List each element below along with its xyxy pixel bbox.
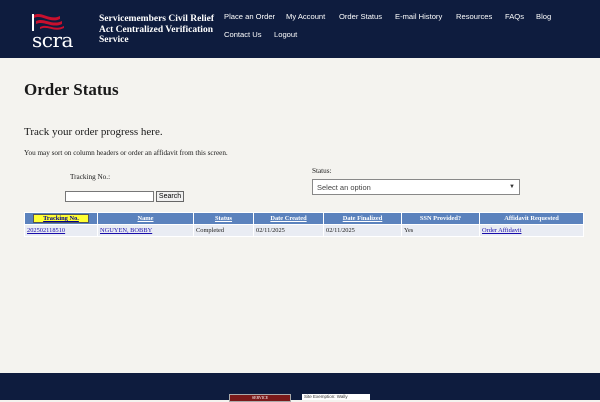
page-hint: You may sort on column headers or order … [24,149,228,157]
col-header-status[interactable]: Status [193,212,254,225]
cell-status: Completed [193,224,254,237]
tracking-link[interactable]: 202502118510 [27,227,65,234]
col-header-tracking[interactable]: Tracking No. [24,212,98,225]
table-header-row: Tracking No. Name Status Date Created Da… [24,212,584,225]
nav-order-status[interactable]: Order Status [339,12,382,21]
cell-tracking[interactable]: 202502118510 [24,224,98,237]
site-footer [0,373,600,400]
status-select[interactable]: Select an option ▼ [312,179,520,195]
cell-date-created: 02/11/2025 [253,224,324,237]
site-header: scra Servicemembers Civil Relief Act Cen… [0,0,600,58]
sort-link-status[interactable]: Status [215,215,232,222]
order-affidavit-link[interactable]: Order Affidavit [482,227,521,234]
cell-name[interactable]: NGUYEN, BOBBY [97,224,194,237]
sort-link-date-created[interactable]: Date Created [270,215,306,222]
search-button[interactable]: Search [156,191,184,202]
sort-link-date-finalized[interactable]: Date Finalized [343,215,383,222]
nav-resources[interactable]: Resources [456,12,492,21]
logo-text: scra [32,28,73,52]
table-row: 202502118510 NGUYEN, BOBBY Completed 02/… [24,224,584,237]
nav-email-history[interactable]: E-mail History [395,12,442,21]
page-subtitle: Track your order progress here. [24,126,163,138]
status-label: Status: [312,167,332,175]
service-badge[interactable]: SERVICE [229,394,291,402]
name-link[interactable]: NGUYEN, BOBBY [100,227,152,234]
col-header-name[interactable]: Name [97,212,194,225]
nav-my-account[interactable]: My Account [286,12,325,21]
site-title: Servicemembers Civil Relief Act Centrali… [99,14,215,45]
page-title: Order Status [24,80,119,99]
col-header-ssn: SSN Provided? [401,212,480,225]
site-exemption-badge: Site Exemption: Wally [302,394,370,400]
cell-date-finalized: 02/11/2025 [323,224,402,237]
orders-table: Tracking No. Name Status Date Created Da… [24,212,584,237]
nav-blog[interactable]: Blog [536,12,551,21]
col-header-affidavit: Affidavit Requested [479,212,584,225]
nav-faqs[interactable]: FAQs [505,12,524,21]
nav-logout[interactable]: Logout [274,30,297,39]
sort-link-name[interactable]: Name [138,215,154,222]
cell-affidavit[interactable]: Order Affidavit [479,224,584,237]
status-select-value: Select an option [317,183,371,192]
chevron-down-icon: ▼ [509,184,515,190]
nav-place-order[interactable]: Place an Order [224,12,275,21]
col-header-date-finalized[interactable]: Date Finalized [323,212,402,225]
sort-link-tracking[interactable]: Tracking No. [33,214,89,223]
tracking-input[interactable] [65,191,154,202]
tracking-label: Tracking No.: [70,173,111,181]
nav-contact-us[interactable]: Contact Us [224,30,262,39]
cell-ssn: Yes [401,224,480,237]
col-header-date-created[interactable]: Date Created [253,212,324,225]
